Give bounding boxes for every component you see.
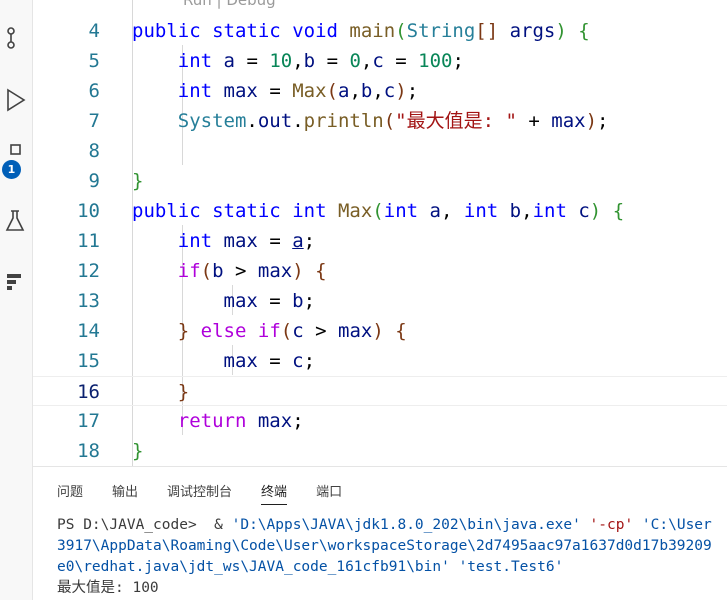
terminal-program-output: 最大值是: 100 xyxy=(57,580,159,596)
code-line-8: 8 xyxy=(33,136,727,166)
code-line-4: 4 public static void main(String[] args)… xyxy=(33,16,727,46)
code-text: max = c; xyxy=(223,350,316,372)
line-number: 17 xyxy=(77,410,100,432)
code-text: } else if(c > max) { xyxy=(177,320,407,342)
code-text: max = b; xyxy=(223,290,316,312)
code-line-16: 16 } xyxy=(33,376,727,406)
testing-icon[interactable] xyxy=(0,205,32,237)
code-editor[interactable]: Run | Debug 4 public static void main(St… xyxy=(33,0,727,466)
code-text: if(b > max) { xyxy=(177,260,327,282)
code-text: } xyxy=(177,381,190,403)
line-number: 14 xyxy=(77,320,100,342)
source-control-icon[interactable] xyxy=(0,22,32,54)
run-debug-codelens[interactable]: Run | Debug xyxy=(183,0,276,9)
code-line-18: 18 } xyxy=(33,436,727,466)
code-text: } xyxy=(132,440,144,462)
code-text: public static int Max(int a, int b,int c… xyxy=(132,200,625,222)
code-text: System.out.println("最大值是: " + max); xyxy=(177,110,609,132)
line-number: 16 xyxy=(77,381,100,403)
line-number: 9 xyxy=(88,170,100,192)
code-line-9: 9 } xyxy=(33,166,727,196)
tab-problems[interactable]: 问题 xyxy=(57,481,83,505)
code-text: int max = Max(a,b,c); xyxy=(177,80,419,102)
code-line-11: 11 int max = a; xyxy=(33,226,727,256)
code-line-17: 17 return max; xyxy=(33,406,727,436)
tab-ports[interactable]: 端口 xyxy=(316,481,342,505)
notification-badge: 1 xyxy=(2,160,21,179)
code-line-7: 7 System.out.println("最大值是: " + max); xyxy=(33,106,727,136)
tab-output[interactable]: 输出 xyxy=(112,481,138,505)
line-number: 6 xyxy=(88,80,100,102)
terminal-prompt: PS D:\JAVA_code> & xyxy=(57,517,232,533)
run-debug-icon[interactable] xyxy=(0,84,32,116)
java-projects-icon[interactable] xyxy=(0,264,32,296)
line-number: 15 xyxy=(77,350,100,372)
code-text: int a = 10,b = 0,c = 100; xyxy=(177,50,464,72)
terminal-cp-flag: '-cp' xyxy=(580,517,642,533)
code-line-14: 14 } else if(c > max) { xyxy=(33,316,727,346)
line-number: 18 xyxy=(77,440,100,462)
code-text: } xyxy=(132,170,144,192)
bottom-panel: 问题 输出 调试控制台 终端 端口 PS D:\JAVA_code> & 'D:… xyxy=(33,466,727,601)
code-text: public static void main(String[] args) { xyxy=(132,20,590,42)
code-text: int max = a; xyxy=(177,230,316,252)
tab-debug-console[interactable]: 调试控制台 xyxy=(167,481,232,505)
code-line-12: 12 if(b > max) { xyxy=(33,256,727,286)
code-line-10: 10 public static int Max(int a, int b,in… xyxy=(33,196,727,226)
terminal-classpath-line-3: e0\redhat.java\jdt_ws\JAVA_code_161cfb91… xyxy=(57,559,564,575)
activity-bar: 1 xyxy=(0,0,33,600)
code-line-13: 13 max = b; xyxy=(33,286,727,316)
line-number: 13 xyxy=(77,290,100,312)
terminal-classpath-start: 'C:\User xyxy=(641,517,712,533)
line-number: 4 xyxy=(88,20,100,42)
code-text: return max; xyxy=(177,410,304,432)
line-number: 7 xyxy=(88,110,100,132)
tab-terminal[interactable]: 终端 xyxy=(261,481,288,505)
terminal-classpath-line-2: 3917\AppData\Roaming\Code\User\workspace… xyxy=(57,538,712,554)
code-line-15: 15 max = c; xyxy=(33,346,727,376)
panel-tabs: 问题 输出 调试控制台 终端 端口 xyxy=(57,481,371,505)
line-number: 11 xyxy=(77,230,100,252)
terminal-output[interactable]: PS D:\JAVA_code> & 'D:\Apps\JAVA\jdk1.8.… xyxy=(57,515,712,599)
line-number: 12 xyxy=(77,260,100,282)
code-line-6: 6 int max = Max(a,b,c); xyxy=(33,76,727,106)
line-number: 10 xyxy=(77,200,100,222)
line-number: 8 xyxy=(88,140,100,162)
code-line-5: 5 int a = 10,b = 0,c = 100; xyxy=(33,46,727,76)
terminal-java-path: 'D:\Apps\JAVA\jdk1.8.0_202\bin\java.exe' xyxy=(231,517,581,533)
line-number: 5 xyxy=(88,50,100,72)
